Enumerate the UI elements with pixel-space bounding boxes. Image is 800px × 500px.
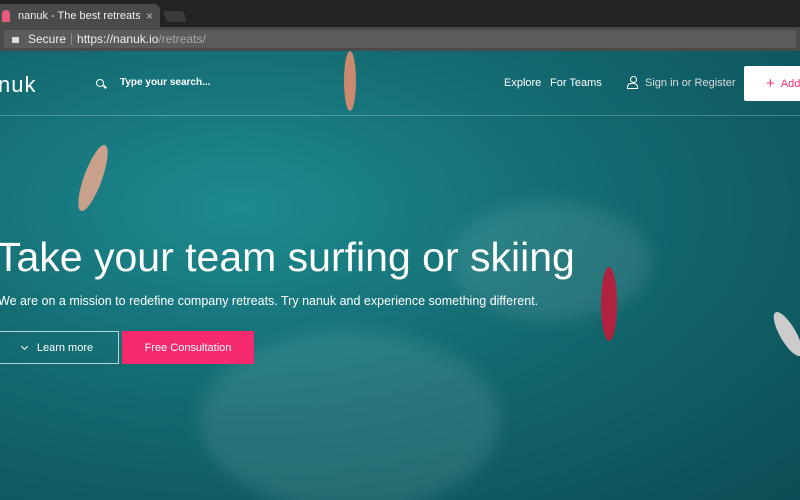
nav-explore[interactable]: Explore xyxy=(504,77,541,89)
search-input[interactable]: Type your search... xyxy=(96,77,210,88)
divider xyxy=(71,33,73,45)
tab-title: nanuk - The best retreats and xyxy=(18,9,140,22)
url-path: /retreats/ xyxy=(158,32,206,46)
learn-more-label: Learn more xyxy=(36,341,94,354)
secure-label: Secure xyxy=(28,32,67,46)
url-field[interactable]: Secure https://nanuk.io/retreats/ xyxy=(4,30,796,48)
learn-more-button[interactable]: Learn more xyxy=(0,331,119,364)
browser-tab[interactable]: nanuk - The best retreats and × xyxy=(0,4,160,27)
address-bar: Secure https://nanuk.io/retreats/ xyxy=(0,27,800,51)
url-host: https://nanuk.io xyxy=(77,32,159,46)
favicon-icon xyxy=(2,9,10,22)
nav-for-teams[interactable]: For Teams xyxy=(550,77,602,89)
logo[interactable]: nuk xyxy=(0,72,36,98)
chevron-down-icon xyxy=(20,342,28,350)
surfer-image xyxy=(72,142,114,214)
browser-tab-bar: nanuk - The best retreats and × xyxy=(0,0,800,27)
site-nav: nuk Type your search... Explore For Team… xyxy=(0,51,800,116)
lock-icon xyxy=(12,37,19,43)
search-placeholder: Type your search... xyxy=(120,77,211,88)
surfer-image xyxy=(768,308,800,360)
add-button[interactable]: + Add xyxy=(744,66,800,101)
sign-in-link[interactable]: Sign in or Register xyxy=(645,77,736,89)
plus-icon: + xyxy=(766,75,775,92)
hero-subtitle: We are on a mission to redefine company … xyxy=(0,294,539,308)
search-icon xyxy=(96,78,104,87)
add-label: Add xyxy=(780,77,800,90)
user-icon xyxy=(627,76,638,89)
hero-title: Take your team surfing or skiing xyxy=(0,234,575,280)
surfer-image xyxy=(601,267,617,341)
new-tab-button[interactable] xyxy=(162,11,188,22)
hero-section: nuk Type your search... Explore For Team… xyxy=(0,51,800,500)
free-consultation-button[interactable]: Free Consultation xyxy=(122,331,254,364)
close-tab-icon[interactable]: × xyxy=(146,9,153,23)
